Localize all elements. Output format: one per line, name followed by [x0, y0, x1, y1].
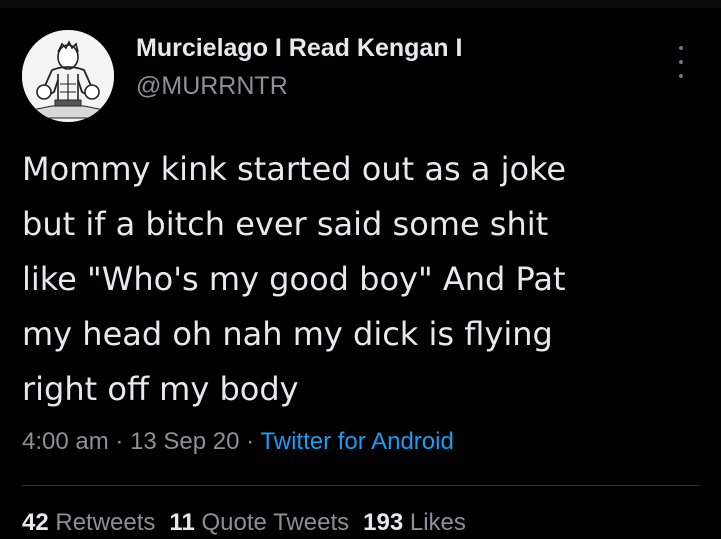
- more-options-dot: [679, 46, 683, 50]
- quotes-label: Quote Tweets: [201, 509, 350, 536]
- more-options-dot: [679, 60, 683, 64]
- tweet-text: Mommy kink started out as a joke but if …: [22, 150, 567, 408]
- more-options-dot: [679, 74, 683, 78]
- tweet-header: Murcielago I Read Kengan I @MURRNTR: [22, 26, 702, 122]
- tweet-date[interactable]: 13 Sep 20: [130, 428, 239, 455]
- quotes-count: 11: [169, 509, 195, 536]
- fighter-avatar-icon: [22, 30, 114, 122]
- user-handle[interactable]: @MURRNTR: [136, 70, 462, 102]
- likes-count: 193: [363, 509, 404, 536]
- retweets-stat[interactable]: 42 Retweets: [22, 509, 155, 536]
- user-names: Murcielago I Read Kengan I @MURRNTR: [136, 32, 462, 102]
- meta-separator: ·: [115, 428, 124, 455]
- tweet-stats: 42 Retweets 11 Quote Tweets 193 Likes: [22, 507, 466, 539]
- tweet-card: Murcielago I Read Kengan I @MURRNTR Momm…: [0, 0, 721, 539]
- divider: [22, 485, 700, 486]
- likes-stat[interactable]: 193 Likes: [363, 509, 466, 536]
- tweet-time[interactable]: 4:00 am: [22, 428, 109, 455]
- top-strip: [0, 0, 721, 8]
- retweets-count: 42: [22, 509, 49, 536]
- display-name[interactable]: Murcielago I Read Kengan I: [136, 32, 462, 64]
- more-options-icon[interactable]: [675, 46, 687, 78]
- tweet-source-link[interactable]: Twitter for Android: [260, 428, 453, 455]
- avatar[interactable]: [22, 30, 114, 122]
- meta-separator: ·: [246, 428, 255, 455]
- tweet-meta: 4:00 am · 13 Sep 20 · Twitter for Androi…: [22, 424, 702, 460]
- retweets-label: Retweets: [55, 509, 156, 536]
- quote-tweets-stat[interactable]: 11 Quote Tweets: [169, 509, 349, 536]
- likes-label: Likes: [409, 509, 466, 536]
